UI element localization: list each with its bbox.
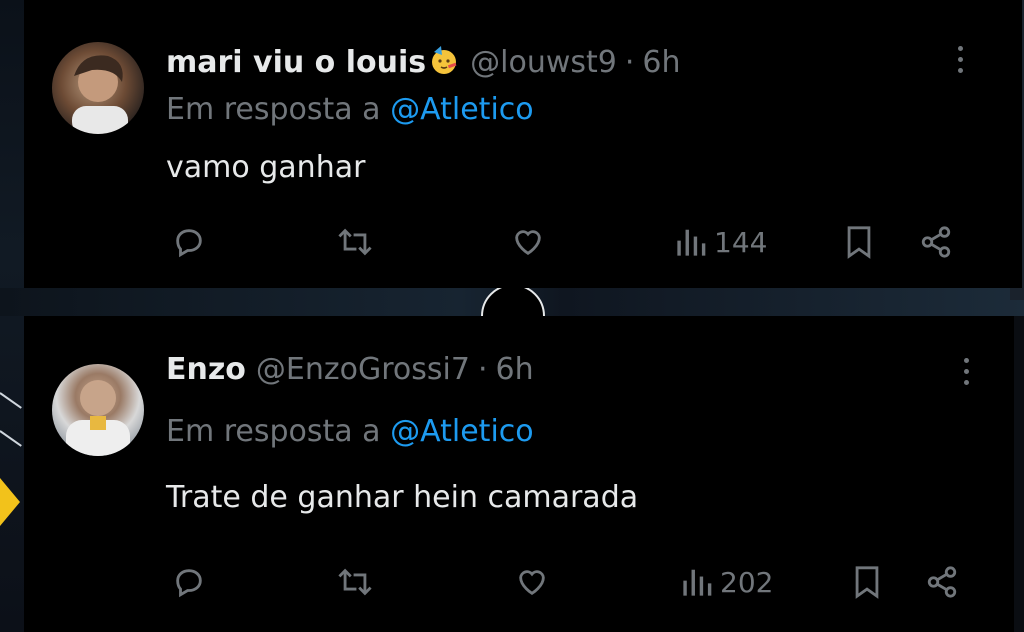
- timestamp[interactable]: 6h: [496, 352, 534, 387]
- avatar[interactable]: [52, 42, 144, 134]
- tweet-card[interactable]: Enzo @EnzoGrossi7 · 6h Em resposta a @At…: [24, 316, 1014, 632]
- like-button[interactable]: [514, 562, 550, 602]
- views-button[interactable]: 144: [674, 222, 767, 262]
- scroll-up-indicator-icon: [481, 288, 545, 316]
- like-icon: [519, 570, 545, 596]
- timestamp[interactable]: 6h: [642, 45, 680, 80]
- tweet-header: Enzo @EnzoGrossi7 · 6h: [166, 352, 534, 387]
- reply-button[interactable]: [172, 562, 206, 602]
- partying-face-emoji-icon: [428, 44, 460, 76]
- retweet-button[interactable]: [336, 562, 374, 602]
- tweet-header: mari viu o louis @louwst9 · 6h: [166, 40, 681, 80]
- reply-prefix: Em resposta a: [166, 92, 381, 127]
- bookmark-button[interactable]: [844, 222, 874, 262]
- handle[interactable]: @EnzoGrossi7: [256, 352, 470, 387]
- reply-context: Em resposta a @Atletico: [166, 414, 534, 449]
- reply-mention-link[interactable]: @Atletico: [390, 92, 534, 127]
- bookmark-icon: [847, 226, 871, 259]
- share-button[interactable]: [924, 562, 960, 602]
- bookmark-icon: [855, 566, 879, 599]
- reply-icon: [176, 229, 202, 258]
- share-icon: [927, 566, 957, 598]
- tweet-text: Trate de ganhar hein camarada: [166, 480, 639, 515]
- separator: ·: [624, 45, 635, 80]
- views-icon: [683, 569, 712, 596]
- more-icon[interactable]: [956, 46, 964, 76]
- background-yellow-mark: [0, 478, 20, 526]
- reply-icon: [176, 569, 202, 598]
- more-icon[interactable]: [962, 358, 970, 388]
- action-bar: 202: [24, 562, 1014, 602]
- bookmark-button[interactable]: [852, 562, 882, 602]
- background-left-strip: [0, 0, 24, 632]
- reply-context: Em resposta a @Atletico: [166, 92, 534, 127]
- retweet-button[interactable]: [336, 222, 374, 262]
- share-icon: [921, 226, 951, 258]
- like-button[interactable]: [510, 222, 546, 262]
- like-icon: [515, 230, 541, 256]
- retweet-icon: [338, 568, 372, 596]
- action-bar: 144: [24, 222, 1022, 262]
- handle[interactable]: @louwst9: [470, 45, 617, 80]
- separator: ·: [477, 352, 488, 387]
- avatar[interactable]: [52, 364, 144, 456]
- views-count: 202: [720, 565, 774, 599]
- share-button[interactable]: [918, 222, 954, 262]
- display-name[interactable]: mari viu o louis: [166, 45, 426, 80]
- display-name[interactable]: Enzo: [166, 352, 246, 387]
- retweet-icon: [338, 228, 372, 256]
- views-button[interactable]: 202: [680, 562, 773, 602]
- reply-prefix: Em resposta a: [166, 414, 381, 449]
- views-count: 144: [714, 225, 768, 259]
- tweet-text: vamo ganhar: [166, 150, 366, 185]
- views-icon: [677, 229, 706, 256]
- reply-mention-link[interactable]: @Atletico: [390, 414, 534, 449]
- tweet-card[interactable]: mari viu o louis @louwst9 · 6h Em respos…: [24, 0, 1022, 288]
- reply-button[interactable]: [172, 222, 206, 262]
